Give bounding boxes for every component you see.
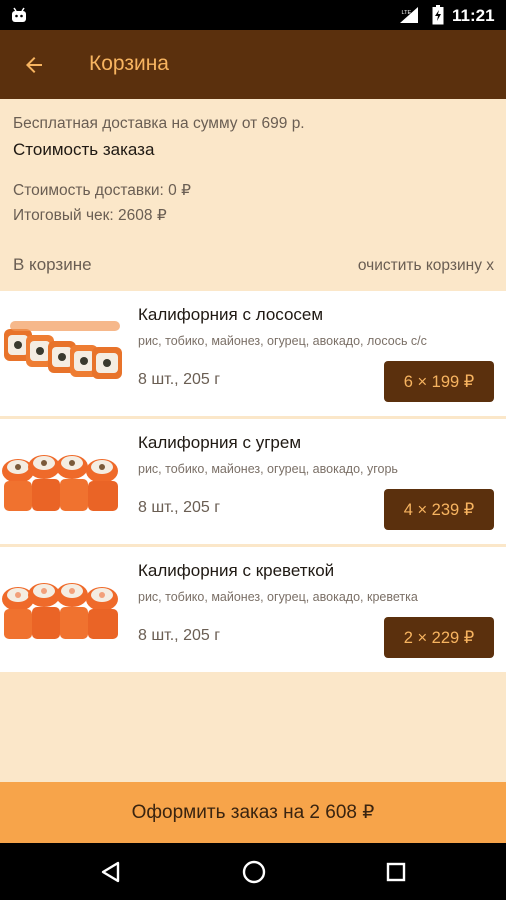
back-button[interactable]: [16, 47, 52, 83]
status-time: 11:21: [452, 6, 495, 25]
delivery-cost: Стоимость доставки: 0 ₽: [13, 182, 191, 199]
clear-cart-button[interactable]: очистить корзину x: [358, 257, 494, 275]
item-name: Калифорния с лососем: [138, 305, 324, 324]
cart-header: В корзине очистить корзину x: [0, 255, 506, 277]
recents-square-icon: [386, 862, 406, 882]
order-cost-label: Стоимость заказа: [13, 140, 155, 159]
roll-shrimp-image: [0, 555, 128, 657]
item-price-button[interactable]: 4 × 239 ₽: [384, 489, 494, 530]
item-description: рис, тобико, майонез, огурец, авокадо, к…: [138, 590, 418, 604]
status-bar: LTE 11:21: [0, 0, 506, 30]
cart-heading: В корзине: [13, 255, 92, 274]
item-price-button[interactable]: 2 × 229 ₽: [384, 617, 494, 658]
home-circle-icon: [242, 860, 266, 884]
list-item[interactable]: Калифорния с лососем рис, тобико, майоне…: [0, 291, 506, 416]
android-icon: [12, 7, 26, 22]
item-quantity: 8 шт., 205 г: [138, 627, 221, 644]
battery-icon: [432, 5, 444, 25]
page-title: Корзина: [89, 52, 169, 75]
item-quantity: 8 шт., 205 г: [138, 499, 221, 516]
back-triangle-icon: [101, 861, 120, 883]
roll-eel-image: [0, 427, 128, 529]
list-item[interactable]: Калифорния с креветкой рис, тобико, майо…: [0, 547, 506, 672]
total-check: Итоговый чек: 2608 ₽: [13, 207, 167, 224]
checkout-button[interactable]: Оформить заказ на 2 608 ₽: [0, 782, 506, 843]
back-arrow-icon: [26, 57, 42, 73]
free-delivery-note: Бесплатная доставка на сумму от 699 р.: [13, 115, 305, 132]
svg-text:LTE: LTE: [402, 10, 412, 16]
item-description: рис, тобико, майонез, огурец, авокадо, л…: [138, 334, 427, 348]
nav-recents-button[interactable]: [381, 857, 411, 887]
item-quantity: 8 шт., 205 г: [138, 371, 221, 388]
item-description: рис, тобико, майонез, огурец, авокадо, у…: [138, 462, 398, 476]
signal-icon: LTE: [400, 7, 418, 23]
list-item[interactable]: Калифорния с угрем рис, тобико, майонез,…: [0, 419, 506, 544]
app-bar: Корзина: [0, 30, 506, 99]
item-name: Калифорния с креветкой: [138, 561, 335, 580]
cart-list: Калифорния с лососем рис, тобико, майоне…: [0, 291, 506, 675]
item-price-button[interactable]: 6 × 199 ₽: [384, 361, 494, 402]
nav-home-button[interactable]: [239, 857, 269, 887]
system-nav-bar: [0, 843, 506, 900]
nav-back-button[interactable]: [96, 857, 126, 887]
item-name: Калифорния с угрем: [138, 433, 302, 452]
roll-salmon-image: [0, 299, 128, 401]
